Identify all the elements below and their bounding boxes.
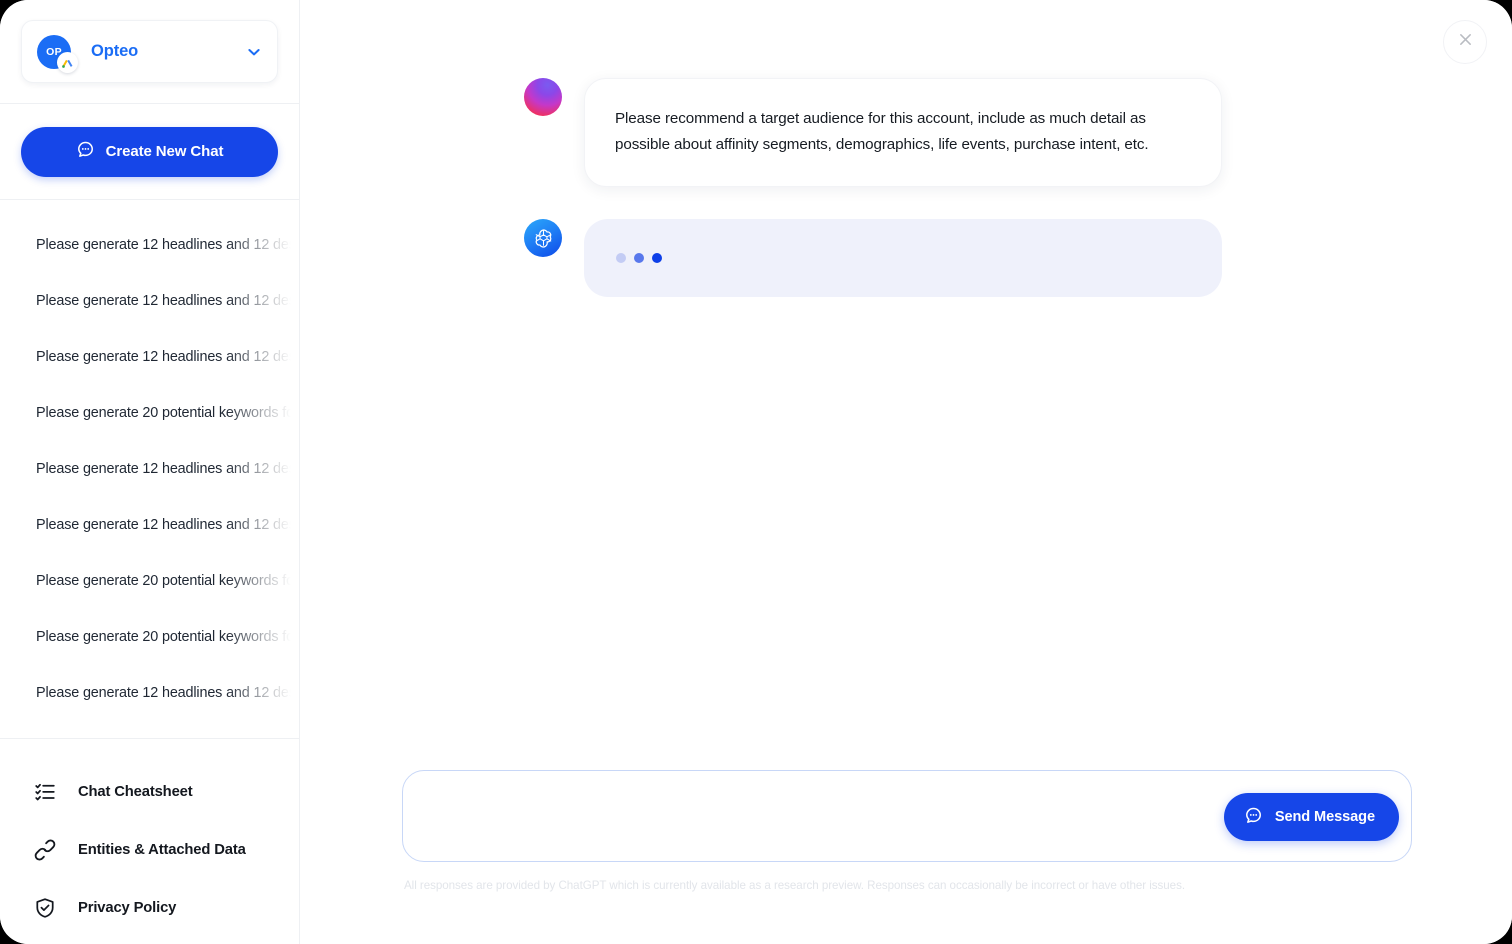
chat-history-item[interactable]: Please generate 20 potential keywords fo… [0,553,299,609]
account-name: Opteo [91,42,139,60]
link-chain-icon [34,839,56,861]
chat-history-item-label: Please generate 12 headlines and 12 desc… [36,293,299,309]
chat-history-item-label: Please generate 12 headlines and 12 desc… [36,237,299,253]
chatgpt-disclaimer: All responses are provided by ChatGPT wh… [404,879,1186,892]
shield-check-icon [34,897,56,919]
typing-dot [634,253,644,263]
composer: Send Message [402,770,1412,862]
message-list: Please recommend a target audience for t… [300,0,1512,329]
user-message-bubble: Please recommend a target audience for t… [584,78,1222,187]
chevron-down-icon[interactable] [246,44,262,60]
message-assistant [524,219,1512,297]
create-new-chat-label: Create New Chat [105,143,224,160]
chat-history-item-label: Please generate 12 headlines and 12 desc… [36,685,299,701]
chat-history-item[interactable]: Please generate 20 potential keywords fo… [0,385,299,441]
chat-history-item[interactable]: Please generate 12 headlines and 12 desc… [0,665,299,721]
chat-history-item-label: Please generate 12 headlines and 12 desc… [36,349,299,365]
typing-indicator [616,253,662,263]
sidebar-footer: Chat Cheatsheet Entities & Attached Data [0,738,299,944]
google-ads-icon [57,51,78,73]
checklist-icon [34,781,56,803]
composer-area: Send Message All responses are provided … [402,770,1412,892]
account-selector[interactable]: OP Opteo [21,20,278,83]
chat-history-item[interactable]: Please generate 12 headlines and 12 desc… [0,441,299,497]
message-user: Please recommend a target audience for t… [524,78,1512,187]
typing-dot [616,253,626,263]
chat-history-list[interactable]: Please generate 12 headlines and 12 desc… [0,200,299,738]
chat-history-item[interactable]: Please generate 12 headlines and 12 desc… [0,497,299,553]
chat-history-item-label: Please generate 20 potential keywords fo… [36,629,299,645]
sidebar-item-label: Entities & Attached Data [78,842,246,858]
chat-history-item-label: Please generate 20 potential keywords fo… [36,405,299,421]
chat-bubble-dots-icon [76,140,95,163]
sidebar-item-label: Privacy Policy [78,900,177,916]
chat-history-item-label: Please generate 12 headlines and 12 desc… [36,461,299,477]
user-avatar [524,78,562,116]
chat-history-item[interactable]: Please generate 12 headlines and 12 desc… [0,329,299,385]
assistant-message-bubble [584,219,1222,297]
send-message-label: Send Message [1274,809,1375,825]
sidebar-item-privacy-policy[interactable]: Privacy Policy [0,879,299,937]
chat-main-panel: Please recommend a target audience for t… [300,0,1512,944]
sidebar-item-chat-cheatsheet[interactable]: Chat Cheatsheet [0,763,299,821]
chat-bubble-dots-icon [1244,806,1263,829]
sidebar-item-label: Chat Cheatsheet [78,784,193,800]
chat-history-item-label: Please generate 20 potential keywords fo… [36,573,299,589]
send-message-button[interactable]: Send Message [1223,793,1399,841]
chat-history-item-label: Please generate 12 headlines and 12 desc… [36,517,299,533]
openai-logo-icon [524,219,562,257]
chat-window: OP Opteo Create New Chat Please generate… [0,0,1512,944]
account-avatar-wrap: OP [37,34,78,73]
sidebar: OP Opteo Create New Chat Please generate… [0,0,300,944]
typing-dot [652,253,662,263]
user-message-text: Please recommend a target audience for t… [615,110,1149,153]
chat-history-item[interactable]: Please generate 12 headlines and 12 desc… [0,217,299,273]
create-new-chat-button[interactable]: Create New Chat [21,126,278,177]
new-chat-section: Create New Chat [0,104,299,200]
account-section: OP Opteo [0,0,299,104]
chat-history-item[interactable]: Please generate 12 headlines and 12 desc… [0,273,299,329]
chat-history-item[interactable]: Please generate 20 potential keywords fo… [0,609,299,665]
sidebar-item-entities-attached-data[interactable]: Entities & Attached Data [0,821,299,879]
